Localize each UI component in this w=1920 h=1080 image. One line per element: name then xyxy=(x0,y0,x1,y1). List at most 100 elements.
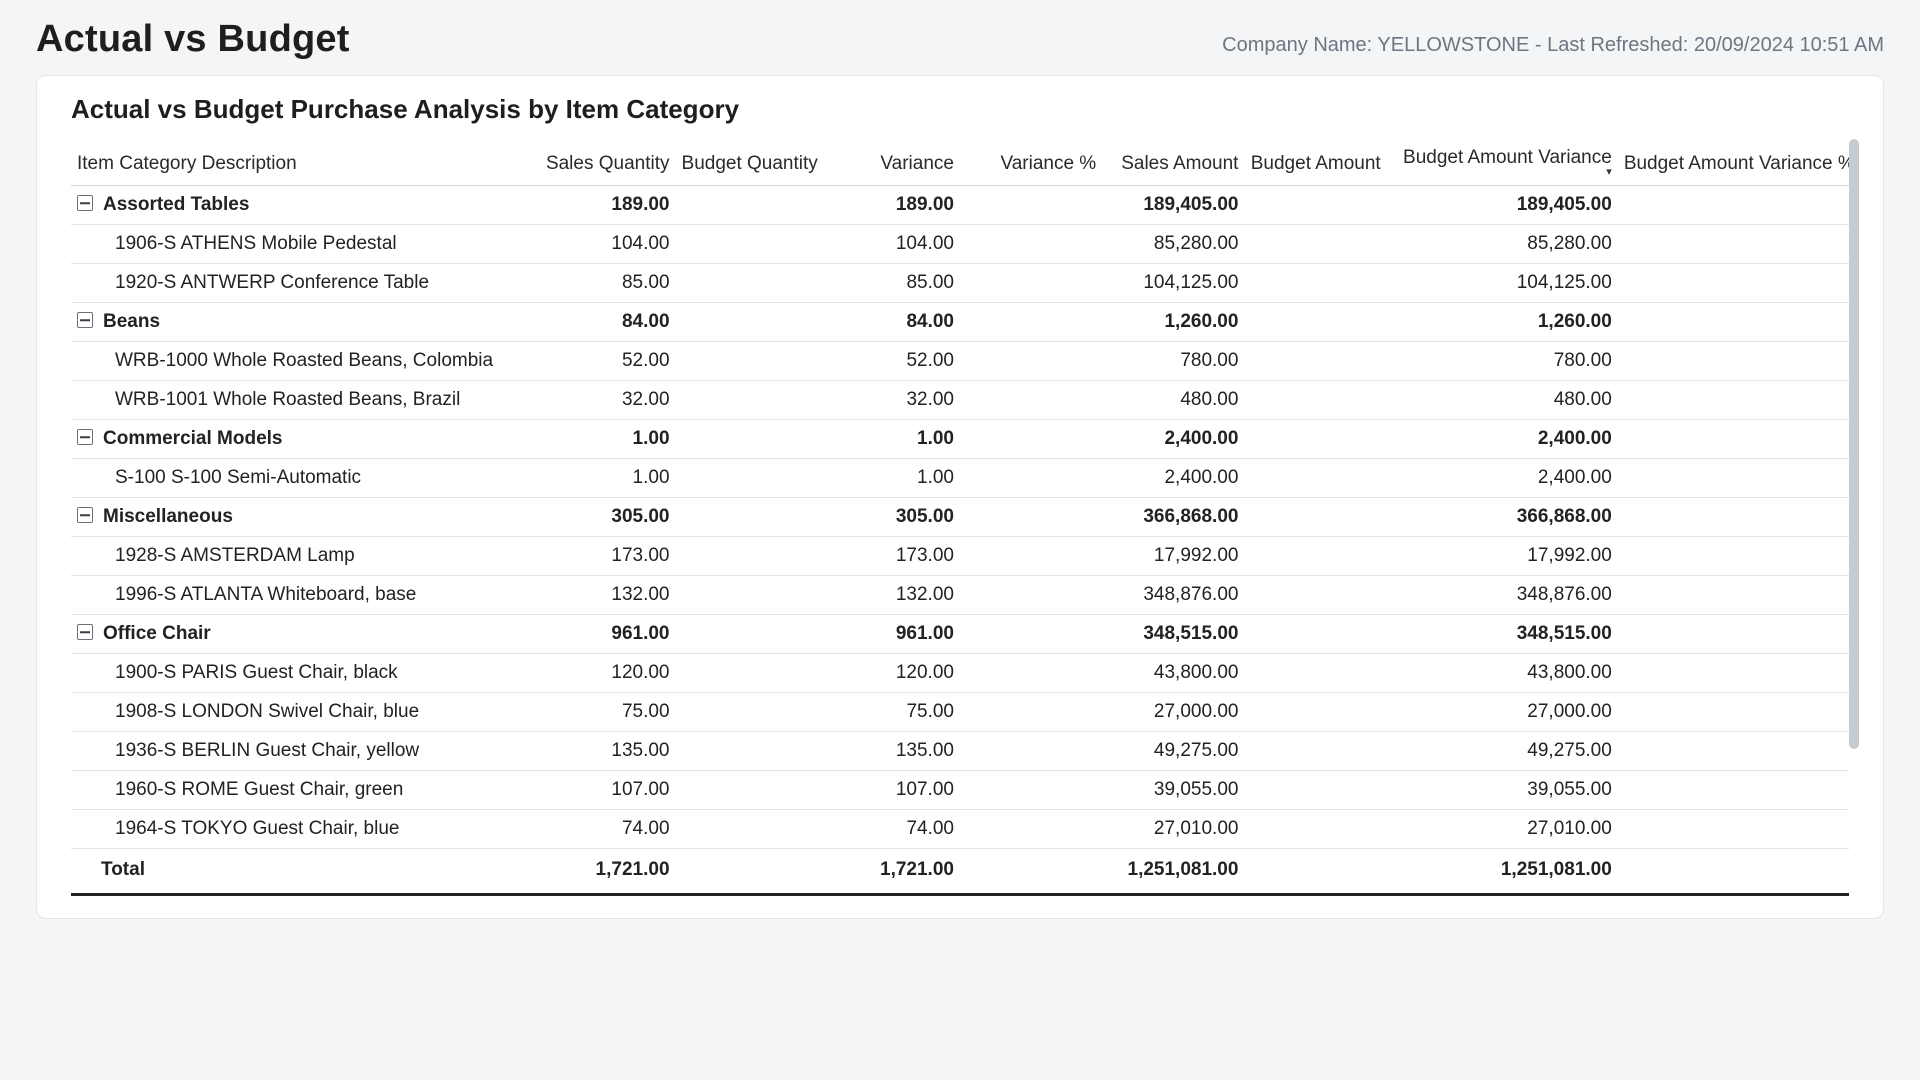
col-budget-amount-variance-pct[interactable]: Budget Amount Variance % xyxy=(1618,139,1849,186)
collapse-icon[interactable] xyxy=(77,507,93,523)
row-label: 1960-S ROME Guest Chair, green xyxy=(115,779,403,800)
cell-variance_pct xyxy=(960,225,1102,264)
cell-budget_qty xyxy=(676,615,818,654)
cell-budget_qty xyxy=(676,654,818,693)
cell-bav_pct xyxy=(1618,303,1849,342)
total-label: Total xyxy=(101,859,145,880)
cell-budget_amt xyxy=(1244,303,1386,342)
cell-budget_amt xyxy=(1244,849,1386,895)
cell-sales_amt: 1,251,081.00 xyxy=(1102,849,1244,895)
collapse-icon[interactable] xyxy=(77,312,93,328)
cell-sales_qty: 32.00 xyxy=(533,381,675,420)
table-row[interactable]: 1900-S PARIS Guest Chair, black120.00120… xyxy=(71,654,1849,693)
cell-variance: 107.00 xyxy=(818,771,960,810)
table-row[interactable]: WRB-1001 Whole Roasted Beans, Brazil 32.0… xyxy=(71,381,1849,420)
collapse-icon[interactable] xyxy=(77,624,93,640)
collapse-icon[interactable] xyxy=(77,429,93,445)
col-sales-quantity[interactable]: Sales Quantity xyxy=(533,139,675,186)
cell-sales_qty: 107.00 xyxy=(533,771,675,810)
cell-variance: 1.00 xyxy=(818,459,960,498)
cell-variance_pct xyxy=(960,537,1102,576)
table-row[interactable]: Miscellaneous305.00305.00366,868.00366,8… xyxy=(71,498,1849,537)
cell-bav_pct xyxy=(1618,498,1849,537)
scrollbar-thumb[interactable] xyxy=(1849,139,1859,749)
col-budget-amount-variance[interactable]: Budget Amount Variance ▾ xyxy=(1387,139,1618,186)
cell-sales_amt: 39,055.00 xyxy=(1102,771,1244,810)
cell-description: Assorted Tables xyxy=(71,186,533,225)
cell-bav: 189,405.00 xyxy=(1387,186,1618,225)
cell-description: WRB-1000 Whole Roasted Beans, Colombia xyxy=(71,342,533,381)
col-budget-quantity[interactable]: Budget Quantity xyxy=(676,139,818,186)
cell-bav: 348,515.00 xyxy=(1387,615,1618,654)
cell-description: 1964-S TOKYO Guest Chair, blue xyxy=(71,810,533,849)
cell-bav_pct xyxy=(1618,186,1849,225)
sort-desc-icon: ▾ xyxy=(1393,169,1612,175)
table-row[interactable]: 1996-S ATLANTA Whiteboard, base132.00132… xyxy=(71,576,1849,615)
cell-sales_qty: 1.00 xyxy=(533,420,675,459)
row-label: Office Chair xyxy=(103,623,211,644)
vertical-scrollbar[interactable] xyxy=(1849,139,1859,749)
table-row[interactable]: 1906-S ATHENS Mobile Pedestal104.00104.0… xyxy=(71,225,1849,264)
row-label: WRB-1000 Whole Roasted Beans, Colombia xyxy=(115,350,493,371)
cell-bav_pct xyxy=(1618,654,1849,693)
table-row[interactable]: Assorted Tables189.00189.00189,405.00189… xyxy=(71,186,1849,225)
table-row[interactable]: Office Chair961.00961.00348,515.00348,51… xyxy=(71,615,1849,654)
cell-description: 1996-S ATLANTA Whiteboard, base xyxy=(71,576,533,615)
cell-bav_pct xyxy=(1618,342,1849,381)
row-label: WRB-1001 Whole Roasted Beans, Brazil xyxy=(115,389,460,410)
cell-variance: 1,721.00 xyxy=(818,849,960,895)
cell-bav_pct xyxy=(1618,459,1849,498)
cell-sales_amt: 17,992.00 xyxy=(1102,537,1244,576)
table-row[interactable]: 1964-S TOKYO Guest Chair, blue74.0074.00… xyxy=(71,810,1849,849)
cell-budget_qty xyxy=(676,303,818,342)
cell-bav: 104,125.00 xyxy=(1387,264,1618,303)
cell-sales_amt: 348,515.00 xyxy=(1102,615,1244,654)
cell-sales_amt: 2,400.00 xyxy=(1102,420,1244,459)
row-label: 1906-S ATHENS Mobile Pedestal xyxy=(115,233,397,254)
cell-variance_pct xyxy=(960,420,1102,459)
column-header-row: Item Category Description Sales Quantity… xyxy=(71,139,1849,186)
cell-sales_amt: 780.00 xyxy=(1102,342,1244,381)
table-row[interactable]: 1920-S ANTWERP Conference Table85.0085.0… xyxy=(71,264,1849,303)
table-row[interactable]: 1960-S ROME Guest Chair, green 107.00 107.… xyxy=(71,771,1849,810)
cell-variance: 1.00 xyxy=(818,420,960,459)
cell-description: 1906-S ATHENS Mobile Pedestal xyxy=(71,225,533,264)
cell-sales_qty: 305.00 xyxy=(533,498,675,537)
cell-variance: 120.00 xyxy=(818,654,960,693)
cell-variance_pct xyxy=(960,849,1102,895)
col-variance[interactable]: Variance xyxy=(818,139,960,186)
cell-bav_pct xyxy=(1618,693,1849,732)
col-variance-pct[interactable]: Variance % xyxy=(960,139,1102,186)
row-label: 1928-S AMSTERDAM Lamp xyxy=(115,545,355,566)
cell-description: 1936-S BERLIN Guest Chair, yellow xyxy=(71,732,533,771)
table-row[interactable]: 1908-S LONDON Swivel Chair, blue75.0075.… xyxy=(71,693,1849,732)
cell-variance: 104.00 xyxy=(818,225,960,264)
cell-sales_amt: 27,010.00 xyxy=(1102,810,1244,849)
cell-budget_amt xyxy=(1244,459,1386,498)
total-row: Total1,721.001,721.001,251,081.001,251,0… xyxy=(71,849,1849,895)
cell-budget_amt xyxy=(1244,537,1386,576)
row-label: Miscellaneous xyxy=(103,506,233,527)
card-title: Actual vs Budget Purchase Analysis by It… xyxy=(71,94,1849,125)
cell-variance_pct xyxy=(960,342,1102,381)
col-budget-amount[interactable]: Budget Amount xyxy=(1244,139,1386,186)
table-row[interactable]: S-100 S-100 Semi-Automatic1.001.002,400.… xyxy=(71,459,1849,498)
cell-variance: 74.00 xyxy=(818,810,960,849)
cell-bav_pct xyxy=(1618,615,1849,654)
col-sales-amount[interactable]: Sales Amount xyxy=(1102,139,1244,186)
row-label: Commercial Models xyxy=(103,428,283,449)
col-item-category[interactable]: Item Category Description xyxy=(71,139,533,186)
table-row[interactable]: 1936-S BERLIN Guest Chair, yellow135.001… xyxy=(71,732,1849,771)
cell-budget_amt xyxy=(1244,576,1386,615)
table-row[interactable]: Beans84.0084.001,260.001,260.00 xyxy=(71,303,1849,342)
collapse-icon[interactable] xyxy=(77,195,93,211)
cell-budget_qty xyxy=(676,186,818,225)
cell-description: 1960-S ROME Guest Chair, green xyxy=(71,771,533,810)
cell-variance: 84.00 xyxy=(818,303,960,342)
cell-budget_amt xyxy=(1244,381,1386,420)
table-row[interactable]: WRB-1000 Whole Roasted Beans, Colombia52… xyxy=(71,342,1849,381)
cell-sales_amt: 2,400.00 xyxy=(1102,459,1244,498)
table-row[interactable]: Commercial Models1.001.002,400.002,400.0… xyxy=(71,420,1849,459)
cell-sales_qty: 189.00 xyxy=(533,186,675,225)
table-row[interactable]: 1928-S AMSTERDAM Lamp173.00173.0017,992.… xyxy=(71,537,1849,576)
